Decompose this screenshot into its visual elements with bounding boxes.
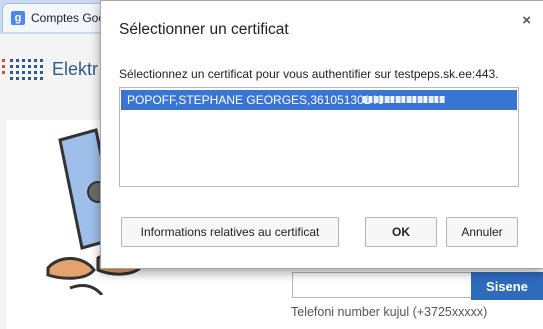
ok-button[interactable]: OK [365,217,437,247]
certificate-list-item[interactable]: POPOFF,STEPHANE GEORGES,36105130146 [121,90,517,110]
sisene-button[interactable]: Sisene [471,272,543,300]
site-logo-icon [2,59,43,80]
redacted-serial-icon [363,96,445,103]
browser-tab-title: Comptes Goo [31,11,106,25]
cancel-button[interactable]: Annuler [446,217,518,247]
certificate-list[interactable]: POPOFF,STEPHANE GEORGES,36105130146 [119,87,519,187]
certificate-subject: POPOFF,STEPHANE GEORGES,36105130146 [127,93,384,107]
select-certificate-dialog: Sélectionner un certificat × Sélectionne… [100,0,543,269]
certificate-info-button[interactable]: Informations relatives au certificat [121,217,339,247]
phone-number-input[interactable] [292,272,480,298]
dialog-message: Sélectionnez un certificat pour vous aut… [119,67,499,81]
dialog-close-icon[interactable]: × [522,12,531,29]
google-favicon-icon: g [11,11,25,25]
site-name: Elektr [52,59,99,79]
phone-number-label: Telefoni number kujul (+3725xxxxx) [291,305,488,319]
dialog-title: Sélectionner un certificat [119,21,289,38]
